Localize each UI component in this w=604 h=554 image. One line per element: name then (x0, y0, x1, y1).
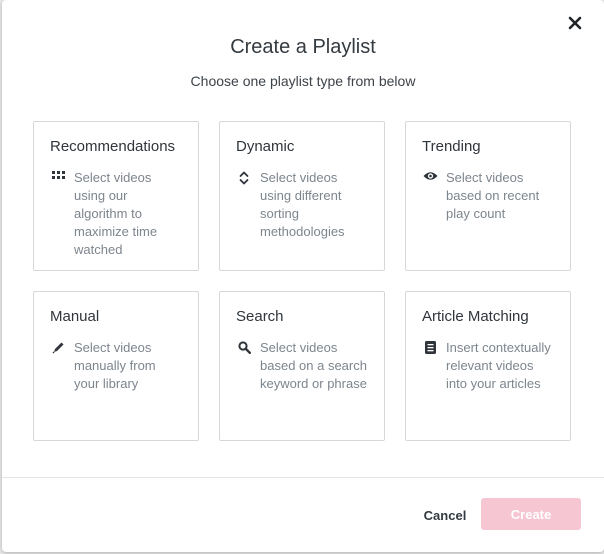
close-icon (568, 16, 582, 30)
card-description: Select videos using different sorting me… (260, 170, 345, 239)
card-trending[interactable]: Trending Select videos based on recent p… (405, 121, 571, 271)
card-description: Select videos manually from your library (74, 340, 156, 391)
document-icon (422, 341, 438, 354)
sort-icon (236, 171, 252, 185)
card-description: Select videos based on a search keyword … (260, 340, 367, 391)
card-title: Article Matching (422, 308, 529, 325)
close-button[interactable] (566, 14, 584, 32)
footer-divider (2, 477, 604, 478)
create-playlist-dialog: Create a Playlist Choose one playlist ty… (2, 0, 604, 552)
card-description: Select videos using our algorithm to max… (74, 170, 158, 257)
pencil-icon (50, 341, 66, 354)
card-description: Select videos based on recent play count (446, 170, 540, 221)
dialog-title: Create a Playlist (230, 36, 376, 58)
card-recommendations[interactable]: Recommendations Select videos using our … (33, 121, 199, 271)
card-title: Dynamic (236, 138, 295, 155)
card-manual[interactable]: Manual Select videos manually from your … (33, 291, 199, 441)
grid-icon (50, 171, 66, 181)
card-title: Manual (50, 308, 100, 325)
card-search[interactable]: Search Select videos based on a search k… (219, 291, 385, 441)
eye-icon (422, 171, 438, 181)
card-dynamic[interactable]: Dynamic Select videos using different so… (219, 121, 385, 271)
playlist-type-grid: Recommendations Select videos using our … (33, 121, 571, 441)
search-icon (236, 341, 252, 354)
card-title: Trending (422, 138, 481, 155)
create-button[interactable]: Create (481, 498, 581, 530)
card-title: Search (236, 308, 284, 325)
card-title: Recommendations (50, 138, 176, 155)
card-description: Insert contextually relevant videos into… (446, 340, 551, 391)
card-article-matching[interactable]: Article Matching Insert contextually rel… (405, 291, 571, 441)
dialog-subtitle: Choose one playlist type from below (190, 73, 416, 89)
cancel-button[interactable]: Cancel (412, 503, 478, 527)
